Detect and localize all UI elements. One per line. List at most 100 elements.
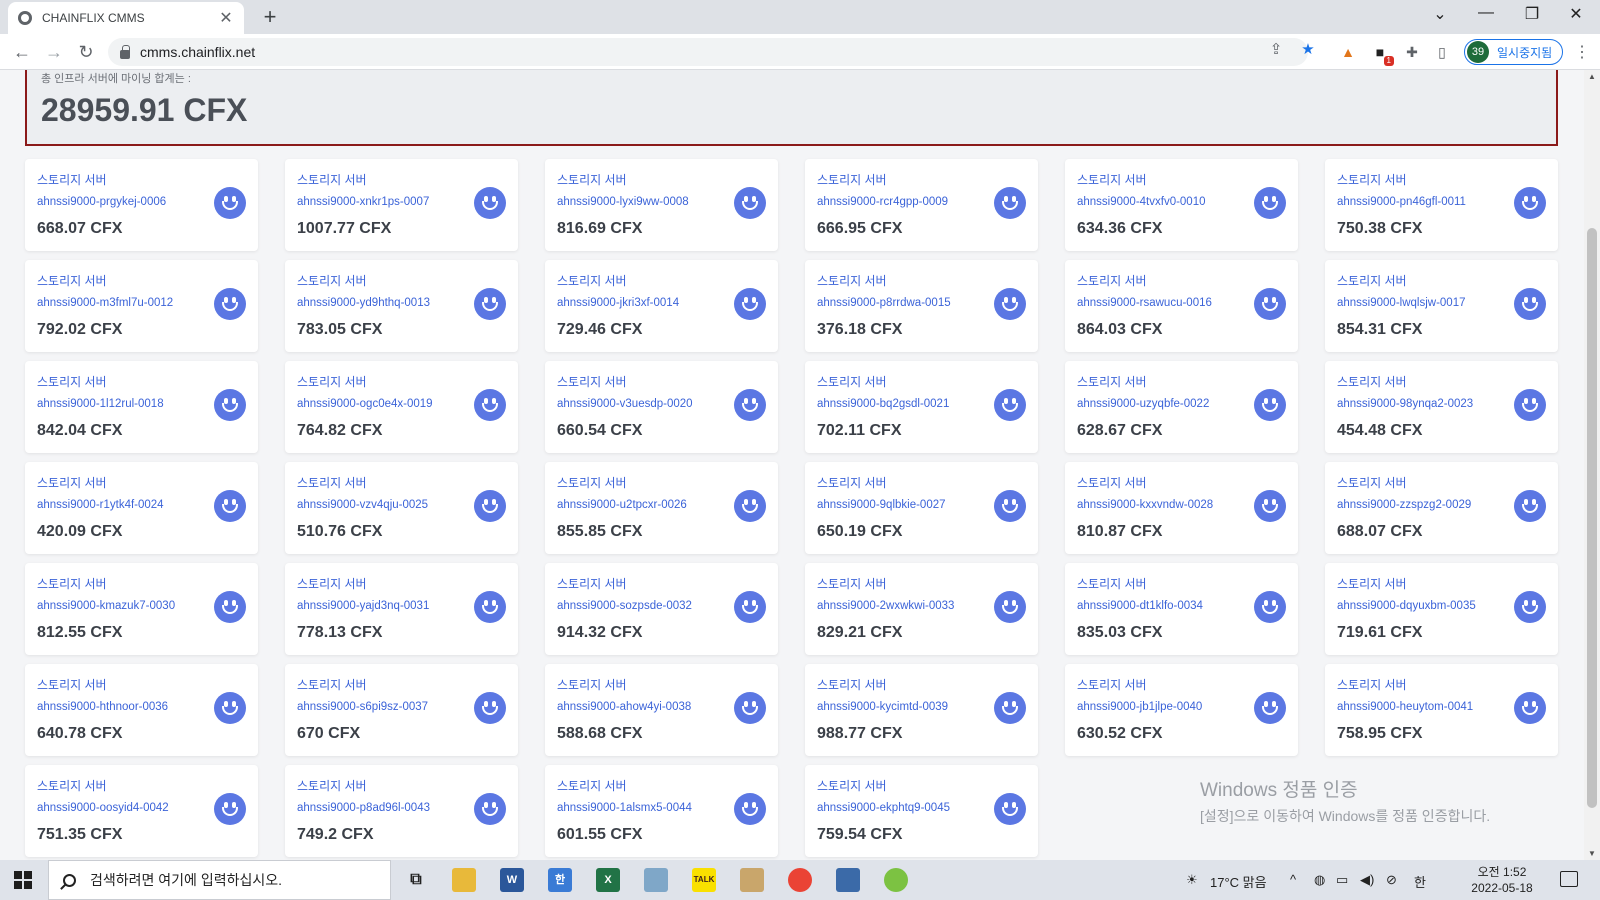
server-card[interactable]: 스토리지 서버 ahnssi9000-hthnoor-0036 640.78 CFX	[25, 664, 258, 756]
side-panel-icon[interactable]: ▯	[1432, 42, 1452, 62]
tab-search-icon[interactable]: ⌄	[1420, 4, 1460, 24]
server-id-link[interactable]: ahnssi9000-98ynqa2-0023	[1337, 398, 1473, 410]
server-id-link[interactable]: ahnssi9000-v3uesdp-0020	[557, 398, 693, 410]
server-card[interactable]: 스토리지 서버 ahnssi9000-zzspzg2-0029 688.07 CFX	[1325, 462, 1558, 554]
tray-app-icon[interactable]: ◍	[1314, 872, 1325, 888]
weather-text[interactable]: 17°C 맑음	[1210, 872, 1267, 891]
blocked-icon[interactable]: ⊘	[1386, 872, 1397, 888]
metamask-fox-icon[interactable]: ▲	[1338, 42, 1358, 62]
server-id-link[interactable]: ahnssi9000-uzyqbfe-0022	[1077, 398, 1209, 410]
server-card[interactable]: 스토리지 서버 ahnssi9000-lwqlsjw-0017 854.31 CFX	[1325, 260, 1558, 352]
server-id-link[interactable]: ahnssi9000-4tvxfv0-0010	[1077, 196, 1206, 208]
server-card[interactable]: 스토리지 서버 ahnssi9000-pn46gfl-0011 750.38 CFX	[1325, 159, 1558, 251]
server-id-link[interactable]: ahnssi9000-s6pi9sz-0037	[297, 701, 428, 713]
puzzle-icon[interactable]: ✚	[1402, 42, 1422, 62]
server-card[interactable]: 스토리지 서버 ahnssi9000-kxxvndw-0028 810.87 CFX	[1065, 462, 1298, 554]
server-card[interactable]: 스토리지 서버 ahnssi9000-jb1jlpe-0040 630.52 CFX	[1065, 664, 1298, 756]
server-id-link[interactable]: ahnssi9000-p8rrdwa-0015	[817, 297, 951, 309]
address-bar[interactable]: cmms.chainflix.net	[108, 38, 1308, 66]
system-clock[interactable]: 오전 1:52 2022-05-18	[1462, 864, 1542, 896]
close-window-button[interactable]: ✕	[1556, 4, 1596, 24]
chrome-icon[interactable]	[788, 868, 812, 892]
server-card[interactable]: 스토리지 서버 ahnssi9000-p8rrdwa-0015 376.18 CFX	[805, 260, 1038, 352]
notification-icon[interactable]	[1560, 871, 1578, 887]
server-id-link[interactable]: ahnssi9000-lwqlsjw-0017	[1337, 297, 1466, 309]
server-card[interactable]: 스토리지 서버 ahnssi9000-uzyqbfe-0022 628.67 CFX	[1065, 361, 1298, 453]
kakaotalk-icon[interactable]: TALK	[692, 868, 716, 892]
back-arrow-icon[interactable]: ←	[10, 40, 34, 64]
server-card[interactable]: 스토리지 서버 ahnssi9000-jkri3xf-0014 729.46 CFX	[545, 260, 778, 352]
server-id-link[interactable]: ahnssi9000-1alsmx5-0044	[557, 802, 692, 814]
server-id-link[interactable]: ahnssi9000-m3fml7u-0012	[37, 297, 173, 309]
server-card[interactable]: 스토리지 서버 ahnssi9000-yd9hthq-0013 783.05 CFX	[285, 260, 518, 352]
server-card[interactable]: 스토리지 서버 ahnssi9000-1l12rul-0018 842.04 CFX	[25, 361, 258, 453]
server-card[interactable]: 스토리지 서버 ahnssi9000-xnkr1ps-0007 1007.77 CF…	[285, 159, 518, 251]
server-id-link[interactable]: ahnssi9000-yd9hthq-0013	[297, 297, 430, 309]
server-id-link[interactable]: ahnssi9000-prgykej-0006	[37, 196, 166, 208]
server-card[interactable]: 스토리지 서버 ahnssi9000-vzv4qju-0025 510.76 CFX	[285, 462, 518, 554]
tray-chevron-icon[interactable]: ^	[1290, 872, 1296, 887]
server-id-link[interactable]: ahnssi9000-rcr4gpp-0009	[817, 196, 948, 208]
server-id-link[interactable]: ahnssi9000-kmazuk7-0030	[37, 600, 175, 612]
forward-arrow-icon[interactable]: →	[42, 40, 66, 64]
close-tab-icon[interactable]: ✕	[218, 8, 234, 28]
server-id-link[interactable]: ahnssi9000-yajd3nq-0031	[297, 600, 429, 612]
server-id-link[interactable]: ahnssi9000-hthnoor-0036	[37, 701, 168, 713]
server-card[interactable]: 스토리지 서버 ahnssi9000-4tvxfv0-0010 634.36 CFX	[1065, 159, 1298, 251]
minimize-button[interactable]: —	[1466, 4, 1506, 22]
lock-icon[interactable]	[120, 44, 130, 59]
server-id-link[interactable]: ahnssi9000-r1ytk4f-0024	[37, 499, 164, 511]
task-view-icon[interactable]: ⧉	[404, 868, 428, 892]
server-id-link[interactable]: ahnssi9000-9qlbkie-0027	[817, 499, 946, 511]
server-id-link[interactable]: ahnssi9000-dt1klfo-0034	[1077, 600, 1203, 612]
server-card[interactable]: 스토리지 서버 ahnssi9000-p8ad96l-0043 749.2 CFX	[285, 765, 518, 857]
server-card[interactable]: 스토리지 서버 ahnssi9000-prgykej-0006 668.07 CFX	[25, 159, 258, 251]
server-id-link[interactable]: ahnssi9000-jb1jlpe-0040	[1077, 701, 1202, 713]
scrollbar-thumb[interactable]	[1587, 228, 1597, 808]
weather-icon[interactable]: ☀	[1186, 872, 1198, 888]
share-icon[interactable]: ⇪	[1266, 40, 1286, 60]
server-card[interactable]: 스토리지 서버 ahnssi9000-ogc0e4x-0019 764.82 CFX	[285, 361, 518, 453]
server-id-link[interactable]: ahnssi9000-1l12rul-0018	[37, 398, 164, 410]
extension-icon[interactable]: ■ 1	[1370, 42, 1394, 66]
reload-icon[interactable]: ↻	[74, 40, 98, 64]
server-card[interactable]: 스토리지 서버 ahnssi9000-dt1klfo-0034 835.03 CFX	[1065, 563, 1298, 655]
server-id-link[interactable]: ahnssi9000-kxxvndw-0028	[1077, 499, 1213, 511]
ime-indicator[interactable]: 한	[1414, 872, 1426, 891]
taskbar-search-box[interactable]: 검색하려면 여기에 입력하십시오.	[48, 860, 391, 900]
server-id-link[interactable]: ahnssi9000-sozpsde-0032	[557, 600, 692, 612]
profile-button[interactable]: 39 일시중지됨	[1464, 39, 1564, 65]
excel-icon[interactable]: X	[596, 868, 620, 892]
server-card[interactable]: 스토리지 서버 ahnssi9000-heuytom-0041 758.95 CFX	[1325, 664, 1558, 756]
green-app-icon[interactable]	[884, 868, 908, 892]
server-id-link[interactable]: ahnssi9000-zzspzg2-0029	[1337, 499, 1471, 511]
restore-button[interactable]: ❐	[1512, 4, 1552, 24]
server-card[interactable]: 스토리지 서버 ahnssi9000-ekphtq9-0045 759.54 CFX	[805, 765, 1038, 857]
volume-icon[interactable]: ◀)	[1360, 872, 1374, 888]
server-card[interactable]: 스토리지 서버 ahnssi9000-v3uesdp-0020 660.54 CFX	[545, 361, 778, 453]
server-id-link[interactable]: ahnssi9000-ahow4yi-0038	[557, 701, 691, 713]
server-id-link[interactable]: ahnssi9000-vzv4qju-0025	[297, 499, 428, 511]
server-card[interactable]: 스토리지 서버 ahnssi9000-9qlbkie-0027 650.19 CFX	[805, 462, 1038, 554]
server-id-link[interactable]: ahnssi9000-dqyuxbm-0035	[1337, 600, 1476, 612]
word-icon[interactable]: W	[500, 868, 524, 892]
server-id-link[interactable]: ahnssi9000-ogc0e4x-0019	[297, 398, 433, 410]
server-card[interactable]: 스토리지 서버 ahnssi9000-sozpsde-0032 914.32 CFX	[545, 563, 778, 655]
server-id-link[interactable]: ahnssi9000-rsawucu-0016	[1077, 297, 1212, 309]
browser-tab[interactable]: CHAINFLIX CMMS ✕	[8, 2, 244, 34]
paint-icon[interactable]	[740, 868, 764, 892]
server-id-link[interactable]: ahnssi9000-heuytom-0041	[1337, 701, 1473, 713]
server-card[interactable]: 스토리지 서버 ahnssi9000-rcr4gpp-0009 666.95 CFX	[805, 159, 1038, 251]
server-card[interactable]: 스토리지 서버 ahnssi9000-s6pi9sz-0037 670 CFX	[285, 664, 518, 756]
server-id-link[interactable]: ahnssi9000-bq2gsdl-0021	[817, 398, 949, 410]
network-icon[interactable]: ▭	[1336, 872, 1348, 888]
url-text[interactable]: cmms.chainflix.net	[140, 44, 255, 60]
server-id-link[interactable]: ahnssi9000-lyxi9ww-0008	[557, 196, 689, 208]
menu-kebab-icon[interactable]: ⋮	[1574, 42, 1590, 62]
scroll-down-arrow-icon[interactable]: ▼	[1588, 849, 1596, 858]
new-tab-button[interactable]: +	[258, 4, 282, 30]
server-id-link[interactable]: ahnssi9000-pn46gfl-0011	[1337, 196, 1466, 208]
server-id-link[interactable]: ahnssi9000-u2tpcxr-0026	[557, 499, 687, 511]
server-id-link[interactable]: ahnssi9000-kycimtd-0039	[817, 701, 948, 713]
server-id-link[interactable]: ahnssi9000-oosyid4-0042	[37, 802, 169, 814]
